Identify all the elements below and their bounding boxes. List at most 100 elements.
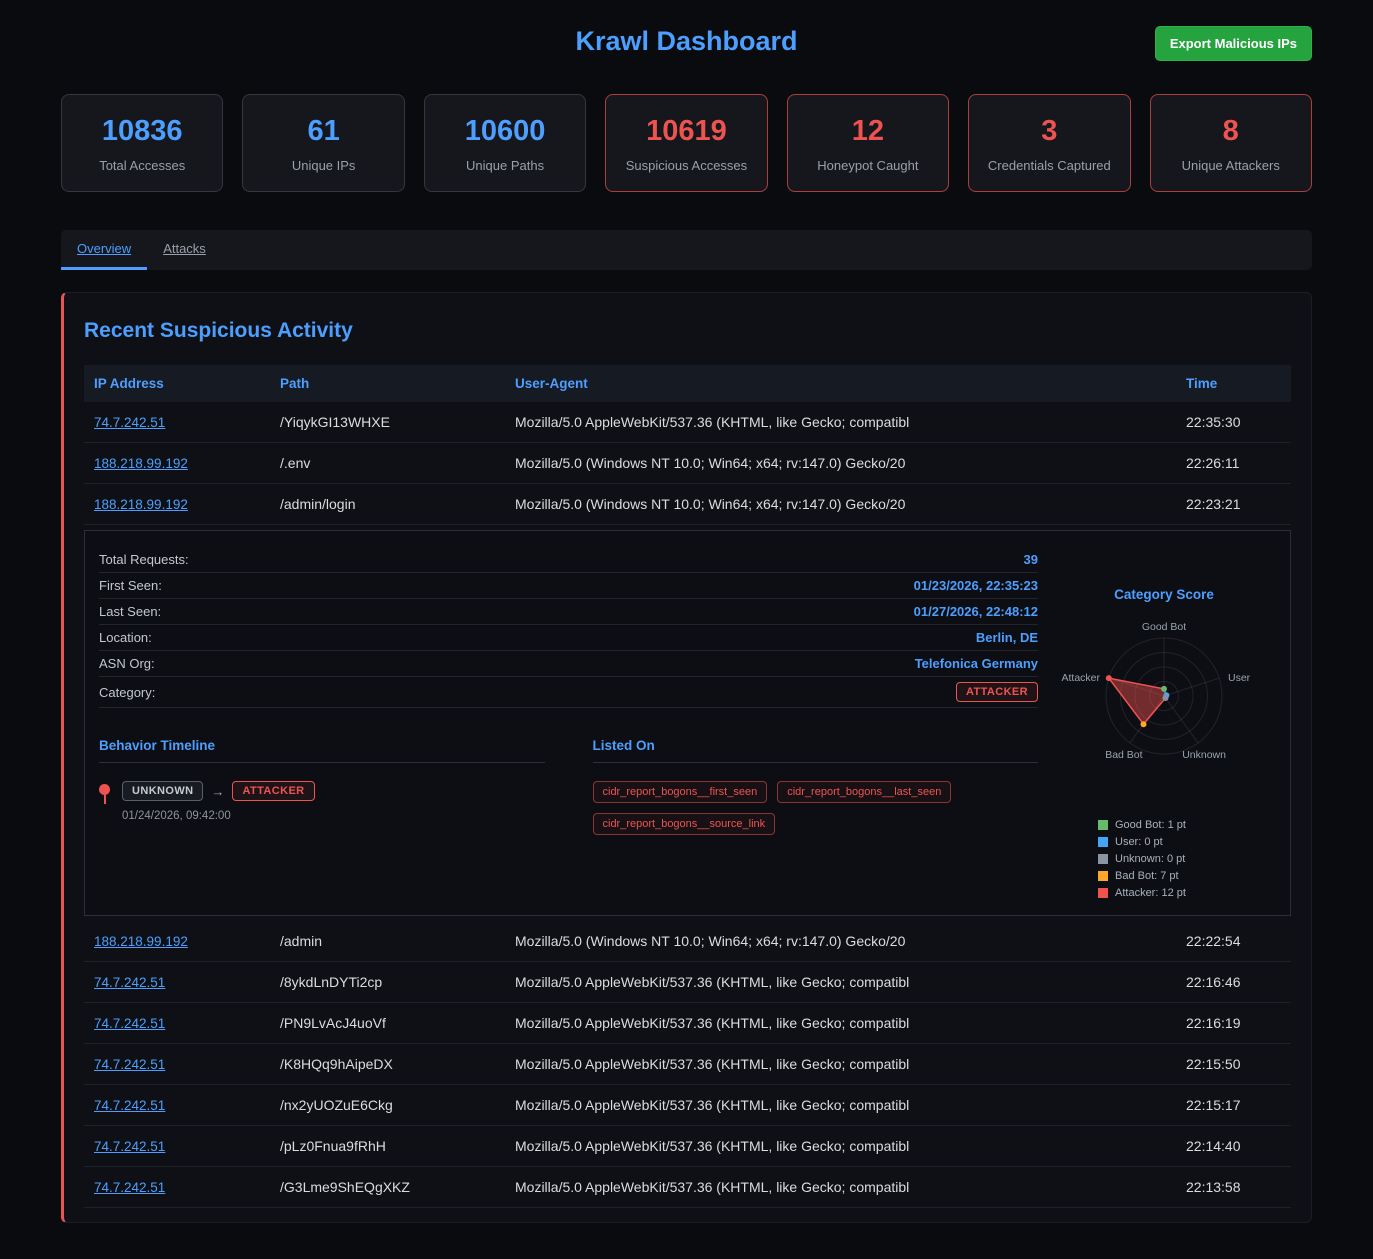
stat-card-unique-paths: 10600 Unique Paths [424, 94, 586, 192]
row-user-agent: Mozilla/5.0 (Windows NT 10.0; Win64; x64… [515, 443, 1186, 483]
ip-link[interactable]: 188.218.99.192 [94, 934, 188, 949]
row-time: 22:16:46 [1186, 962, 1291, 1002]
field-label: Last Seen: [99, 604, 161, 619]
row-time: 22:23:21 [1186, 484, 1291, 524]
row-user-agent: Mozilla/5.0 AppleWebKit/537.36 (KHTML, l… [515, 1126, 1186, 1166]
stat-label: Credentials Captured [977, 158, 1121, 173]
legend-label: Unknown: 0 pt [1115, 853, 1185, 865]
category-label: Category: [99, 685, 155, 700]
legend-item: User: 0 pt [1098, 836, 1163, 848]
row-time: 22:15:17 [1186, 1085, 1291, 1125]
stat-label: Suspicious Accesses [614, 158, 758, 173]
ip-link[interactable]: 188.218.99.192 [94, 456, 188, 471]
category-badge: ATTACKER [956, 682, 1038, 702]
ip-link[interactable]: 74.7.242.51 [94, 1139, 165, 1154]
stat-card-unique-ips: 61Unique IPs [242, 94, 404, 192]
ip-link[interactable]: 74.7.242.51 [94, 1180, 165, 1195]
suspicious-activity-panel: Recent Suspicious Activity IP Address Pa… [61, 292, 1312, 1223]
stat-value: 10600 [433, 115, 577, 148]
legend-label: Attacker: 12 pt [1115, 887, 1186, 899]
field-label: First Seen: [99, 578, 162, 593]
legend-swatch-icon [1098, 871, 1108, 881]
blocklist-badge[interactable]: cidr_report_bogons__first_seen [593, 781, 768, 803]
timeline-item: UNKNOWN → ATTACKER 01/24/2026, 09:42:00 [99, 781, 545, 822]
legend-label: Good Bot: 1 pt [1115, 819, 1186, 831]
field-value: Berlin, DE [976, 630, 1038, 645]
legend-swatch-icon [1098, 837, 1108, 847]
column-header-ip-address: IP Address [84, 365, 280, 402]
detail-field-row: First Seen: 01/23/2026, 22:35:23 [99, 573, 1038, 599]
stat-label: Unique IPs [251, 158, 395, 173]
stat-label: Total Accesses [70, 158, 214, 173]
row-user-agent: Mozilla/5.0 AppleWebKit/537.36 (KHTML, l… [515, 1085, 1186, 1125]
row-path: /G3Lme9ShEQgXKZ [280, 1167, 515, 1207]
ip-link[interactable]: 188.218.99.192 [94, 497, 188, 512]
row-time: 22:35:30 [1186, 402, 1291, 442]
row-user-agent: Mozilla/5.0 (Windows NT 10.0; Win64; x64… [515, 484, 1186, 524]
row-user-agent: Mozilla/5.0 AppleWebKit/537.36 (KHTML, l… [515, 402, 1186, 442]
column-header-time: Time [1186, 365, 1291, 402]
category-score-section: Category Score Good BotUserUnknownBad Bo… [1052, 547, 1276, 899]
row-path: /admin/login [280, 484, 515, 524]
rows-after-detail: 188.218.99.192/adminMozilla/5.0 (Windows… [84, 921, 1291, 1208]
ip-link[interactable]: 74.7.242.51 [94, 1098, 165, 1113]
table-row[interactable]: 188.218.99.192/adminMozilla/5.0 (Windows… [84, 921, 1291, 962]
stat-card-suspicious-accesses: 10619 Suspicious Accesses [605, 94, 767, 192]
ip-link[interactable]: 74.7.242.51 [94, 415, 165, 430]
row-time: 22:13:58 [1186, 1167, 1291, 1207]
table-header-row: IP Address Path User-Agent Time [84, 365, 1291, 402]
table-row[interactable]: 74.7.242.51/YiqykGI13WHXEMozilla/5.0 App… [84, 402, 1291, 443]
timeline-pin-icon [99, 784, 110, 795]
table-row[interactable]: 74.7.242.51/pLz0Fnua9fRhHMozilla/5.0 App… [84, 1126, 1291, 1167]
timeline-to-badge: ATTACKER [232, 781, 314, 801]
row-time: 22:26:11 [1186, 443, 1291, 483]
field-value: 01/23/2026, 22:35:23 [914, 578, 1038, 593]
ip-link[interactable]: 74.7.242.51 [94, 975, 165, 990]
field-value: Telefonica Germany [915, 656, 1038, 671]
blocklist-badge[interactable]: cidr_report_bogons__source_link [593, 813, 776, 835]
stat-value: 10619 [614, 115, 758, 148]
stat-card-unique-attackers: 8Unique Attackers [1150, 94, 1312, 192]
legend-label: Bad Bot: 7 pt [1115, 870, 1179, 882]
table-row[interactable]: 74.7.242.51/PN9LvAcJ4uoVfMozilla/5.0 App… [84, 1003, 1291, 1044]
timeline-from-badge: UNKNOWN [122, 781, 203, 801]
stat-card-honeypot-caught: 12Honeypot Caught [787, 94, 949, 192]
stat-label: Unique Paths [433, 158, 577, 173]
stat-label: Unique Attackers [1159, 158, 1303, 173]
row-time: 22:14:40 [1186, 1126, 1291, 1166]
row-user-agent: Mozilla/5.0 (Windows NT 10.0; Win64; x64… [515, 921, 1186, 961]
row-user-agent: Mozilla/5.0 AppleWebKit/537.36 (KHTML, l… [515, 1044, 1186, 1084]
blocklist-badge[interactable]: cidr_report_bogons__last_seen [777, 781, 951, 803]
table-row[interactable]: 74.7.242.51/G3Lme9ShEQgXKZMozilla/5.0 Ap… [84, 1167, 1291, 1208]
detail-field-row: Total Requests: 39 [99, 547, 1038, 573]
table-row[interactable]: 74.7.242.51/K8HQq9hAipeDXMozilla/5.0 App… [84, 1044, 1291, 1085]
row-path: /nx2yUOZuE6Ckg [280, 1085, 515, 1125]
field-label: ASN Org: [99, 656, 155, 671]
detail-left-column: Total Requests: 39 First Seen: 01/23/2026, … [99, 547, 1038, 899]
legend-item: Unknown: 0 pt [1098, 853, 1185, 865]
field-label: Total Requests: [99, 552, 189, 567]
detail-field-row: ASN Org: Telefonica Germany [99, 651, 1038, 677]
legend-swatch-icon [1098, 854, 1108, 864]
row-time: 22:15:50 [1186, 1044, 1291, 1084]
radar-axis-label: User [1228, 672, 1251, 684]
ip-detail-panel: Total Requests: 39 First Seen: 01/23/2026, … [84, 530, 1291, 916]
table-row[interactable]: 188.218.99.192/admin/loginMozilla/5.0 (W… [84, 484, 1291, 525]
table-row[interactable]: 74.7.242.51/nx2yUOZuE6CkgMozilla/5.0 App… [84, 1085, 1291, 1126]
field-value: 39 [1024, 552, 1038, 567]
row-path: /.env [280, 443, 515, 483]
detail-subsections: Behavior Timeline UNKNOWN → ATTACKER [99, 738, 1038, 835]
page-title: Krawl Dashboard [575, 26, 797, 57]
category-row: Category: ATTACKER [99, 677, 1038, 708]
table-row[interactable]: 188.218.99.192 /.envMozilla/5.0 (Windows … [84, 443, 1291, 484]
listed-on-title: Listed On [593, 738, 1039, 763]
tab-label: Overview [77, 241, 131, 256]
ip-link[interactable]: 74.7.242.51 [94, 1057, 165, 1072]
tab-attacks[interactable]: Attacks [147, 230, 222, 270]
behavior-timeline-title: Behavior Timeline [99, 738, 545, 763]
table-row[interactable]: 74.7.242.51/8ykdLnDYTi2cpMozilla/5.0 App… [84, 962, 1291, 1003]
legend-swatch-icon [1098, 820, 1108, 830]
export-malicious-ips-button[interactable]: Export Malicious IPs [1155, 26, 1312, 61]
ip-link[interactable]: 74.7.242.51 [94, 1016, 165, 1031]
tab-overview[interactable]: Overview [61, 230, 147, 270]
